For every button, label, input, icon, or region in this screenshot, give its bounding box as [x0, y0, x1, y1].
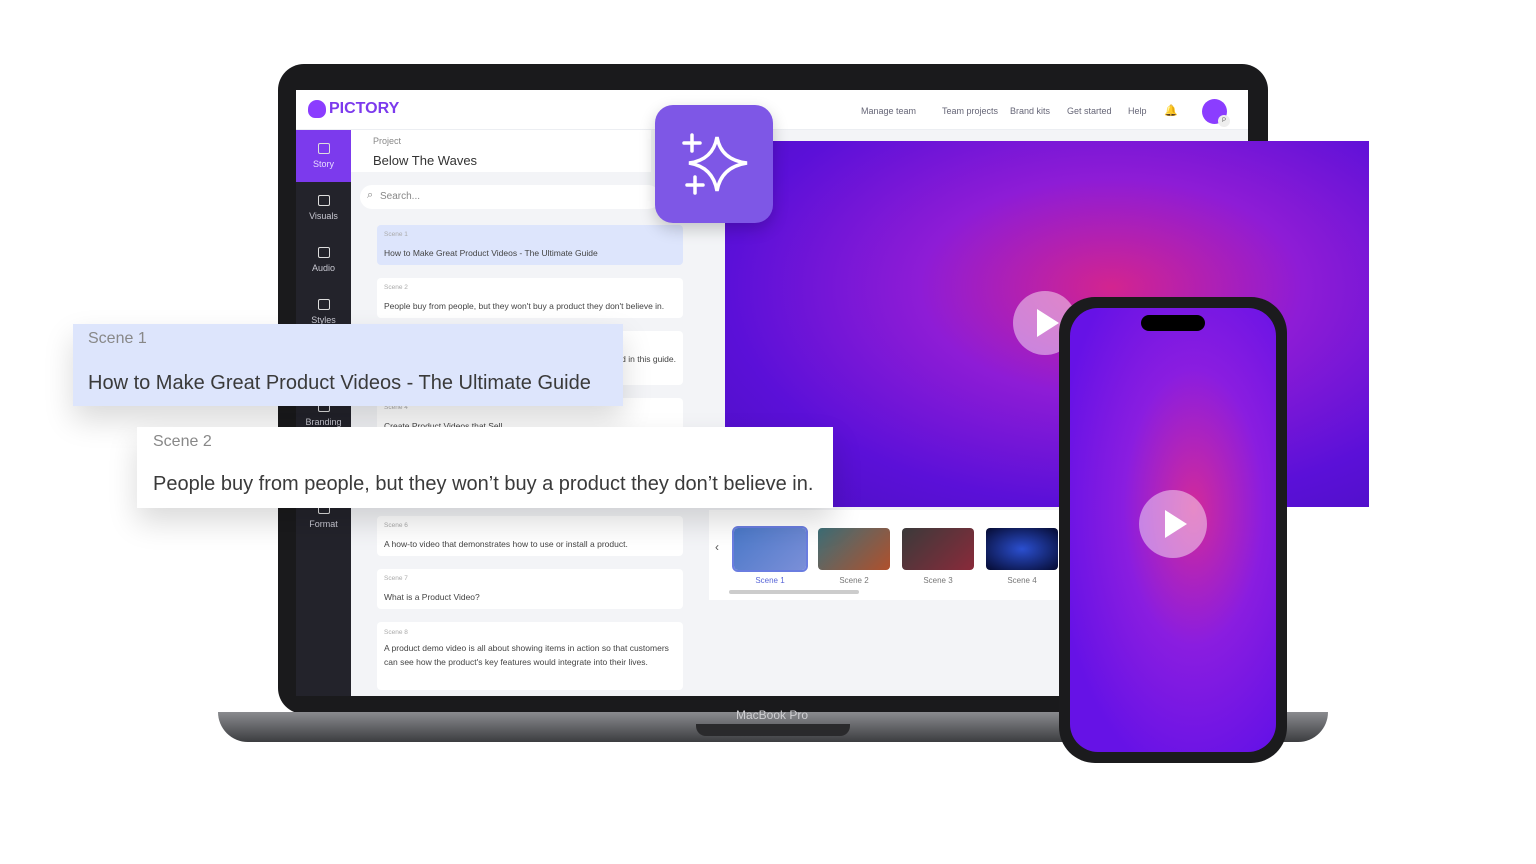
grid-icon [317, 143, 330, 154]
scene-thumbnail[interactable] [818, 528, 890, 570]
scene-text: What is a Product Video? [384, 592, 480, 602]
project-name[interactable]: Below The Waves [373, 153, 477, 168]
nav-manage-team[interactable]: Manage team [861, 106, 916, 116]
overlay-scene-text: People buy from people, but they won’t b… [153, 473, 814, 495]
search-input[interactable]: ⌕ Search... [360, 185, 660, 209]
scene-label: Scene 2 [384, 284, 408, 291]
sidebar-label: Format [309, 519, 338, 529]
image-icon [317, 195, 330, 206]
project-header: Project Below The Waves [351, 130, 651, 172]
sidebar-label: Story [312, 159, 334, 169]
sidebar-item-audio[interactable]: Audio [296, 234, 351, 286]
scene-thumbnail[interactable] [902, 528, 974, 570]
scene-card[interactable]: Scene 6 A how-to video that demonstrates … [377, 516, 683, 556]
nav-help[interactable]: Help [1128, 106, 1147, 116]
thumbnail-label: Scene 2 [839, 576, 869, 585]
scene-card[interactable]: Scene 8 A product demo video is all about… [377, 622, 683, 690]
scene-text: A how-to video that demonstrates how to … [384, 539, 628, 549]
nav-team-projects[interactable]: Team projects [942, 106, 998, 116]
scene-label: Scene 6 [384, 522, 408, 529]
sidebar: Story Visuals Audio Styles Branding Form… [296, 130, 351, 696]
scene-thumbnail[interactable] [732, 526, 808, 572]
scene-card[interactable]: Scene 1 How to Make Great Product Videos … [377, 225, 683, 265]
scene-label: Scene 1 [384, 231, 408, 238]
play-icon [1165, 510, 1187, 538]
scene-label: Scene 7 [384, 575, 408, 582]
scene-card[interactable]: Scene 7 What is a Product Video? [377, 569, 683, 609]
phone-video-preview[interactable] [1070, 308, 1276, 752]
thumbnail-label: Scene 1 [755, 576, 785, 585]
phone-dynamic-island [1141, 315, 1205, 331]
sidebar-item-story[interactable]: Story [296, 130, 351, 182]
styles-icon [317, 299, 330, 310]
thumbnail-label: Scene 4 [1007, 576, 1037, 585]
brand-name: PICTORY [329, 100, 400, 117]
scene-overlay-card: Scene 1 How to Make Great Product Videos… [73, 324, 623, 406]
project-label: Project [373, 136, 402, 146]
play-button[interactable] [1139, 490, 1207, 558]
search-icon: ⌕ [367, 189, 374, 201]
sparkle-icon [682, 133, 748, 195]
scene-thumbnail[interactable] [986, 528, 1058, 570]
sidebar-item-visuals[interactable]: Visuals [296, 182, 351, 234]
scene-overlay-card: Scene 2 People buy from people, but they… [137, 427, 833, 508]
overlay-scene-label: Scene 2 [153, 433, 212, 450]
ai-sparkle-badge [655, 105, 773, 223]
music-icon [317, 247, 330, 258]
bell-icon[interactable]: 🔔 [1164, 104, 1178, 117]
sidebar-label: Audio [311, 263, 336, 273]
sidebar-label: Branding [305, 417, 342, 427]
pictory-logo[interactable]: PICTORY [308, 100, 399, 118]
overlay-scene-label: Scene 1 [88, 330, 147, 347]
nav-get-started[interactable]: Get started [1067, 106, 1112, 116]
scene-timeline: ‹ Scene 1 Scene 2 Scene 3 Scene 4 [709, 510, 1059, 600]
laptop-notch [696, 724, 850, 736]
thumbnail-label: Scene 3 [923, 576, 953, 585]
overlay-scene-text: How to Make Great Product Videos - The U… [88, 372, 591, 394]
avatar[interactable]: P [1202, 99, 1230, 127]
octopus-icon [308, 100, 326, 118]
nav-brand-kits[interactable]: Brand kits [1010, 106, 1050, 116]
scene-label: Scene 8 [384, 629, 408, 636]
scene-text: How to Make Great Product Videos - The U… [384, 248, 598, 258]
sidebar-label: Visuals [309, 211, 338, 221]
search-placeholder: Search... [380, 191, 421, 202]
avatar-initial: P [1218, 115, 1230, 127]
timeline-scrollbar[interactable] [729, 590, 859, 594]
device-label: MacBook Pro [735, 708, 809, 722]
play-icon [1037, 309, 1059, 337]
scene-text: A product demo video is all about showin… [384, 643, 669, 667]
scene-text: People buy from people, but they won't b… [384, 301, 665, 311]
chevron-left-icon[interactable]: ‹ [715, 540, 719, 554]
scene-card[interactable]: Scene 2 People buy from people, but they … [377, 278, 683, 318]
